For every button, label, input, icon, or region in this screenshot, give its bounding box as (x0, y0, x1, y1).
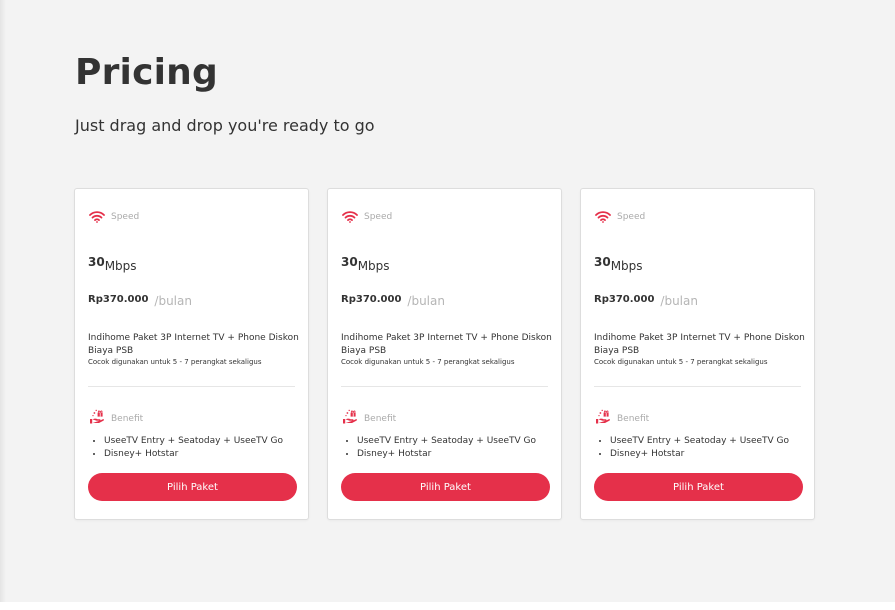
speed-label: Speed (364, 211, 393, 222)
speed-unit: Mbps (104, 259, 137, 273)
benefit-item: Disney+ Hotstar (357, 448, 536, 461)
benefit-item: Disney+ Hotstar (104, 448, 283, 461)
gift-hand-icon (89, 409, 105, 428)
speed-value: 30Mbps (88, 255, 137, 273)
price-row: Rp370.000 /bulan (594, 294, 698, 308)
benefit-label: Benefit (111, 413, 144, 424)
pricing-card: Speed 30Mbps Rp370.000 /bulan Indihome P… (327, 188, 562, 520)
speed-header: Speed (89, 210, 139, 223)
package-note: Cocok digunakan untuk 5 - 7 perangkat se… (594, 358, 768, 366)
speed-header: Speed (595, 210, 645, 223)
price-period: /bulan (407, 294, 445, 308)
price: Rp370.000 (88, 294, 149, 305)
gift-hand-icon (595, 409, 611, 428)
speed-header: Speed (342, 210, 392, 223)
speed-unit: Mbps (357, 259, 390, 273)
page-bottom-edge (0, 602, 895, 610)
wifi-icon (89, 210, 105, 223)
speed-label: Speed (111, 211, 140, 222)
divider (594, 386, 801, 387)
benefit-header: Benefit (89, 409, 143, 428)
benefit-list: UseeTV Entry + Seatoday + UseeTV Go Disn… (343, 435, 536, 461)
package-note: Cocok digunakan untuk 5 - 7 perangkat se… (88, 358, 262, 366)
wifi-icon (595, 210, 611, 223)
benefit-list: UseeTV Entry + Seatoday + UseeTV Go Disn… (90, 435, 283, 461)
package-name: Indihome Paket 3P Internet TV + Phone Di… (88, 333, 299, 356)
speed-value: 30Mbps (594, 255, 643, 273)
speed-number: 30 (341, 255, 358, 269)
benefit-item: UseeTV Entry + Seatoday + UseeTV Go (104, 435, 283, 448)
speed-number: 30 (594, 255, 611, 269)
benefit-header: Benefit (595, 409, 649, 428)
pilih-paket-button[interactable]: Pilih Paket (594, 473, 803, 501)
price-period: /bulan (660, 294, 698, 308)
price: Rp370.000 (341, 294, 402, 305)
speed-unit: Mbps (610, 259, 643, 273)
speed-label: Speed (617, 211, 646, 222)
price-row: Rp370.000 /bulan (88, 294, 192, 308)
pilih-paket-button[interactable]: Pilih Paket (88, 473, 297, 501)
benefit-item: Disney+ Hotstar (610, 448, 789, 461)
benefit-label: Benefit (364, 413, 397, 424)
pilih-paket-button[interactable]: Pilih Paket (341, 473, 550, 501)
divider (88, 386, 295, 387)
speed-number: 30 (88, 255, 105, 269)
pricing-card: Speed 30Mbps Rp370.000 /bulan Indihome P… (580, 188, 815, 520)
price-period: /bulan (154, 294, 192, 308)
pricing-cards: Speed 30Mbps Rp370.000 /bulan Indihome P… (74, 188, 815, 520)
benefit-item: UseeTV Entry + Seatoday + UseeTV Go (357, 435, 536, 448)
price-row: Rp370.000 /bulan (341, 294, 445, 308)
price: Rp370.000 (594, 294, 655, 305)
divider (341, 386, 548, 387)
gift-hand-icon (342, 409, 358, 428)
pricing-card: Speed 30Mbps Rp370.000 /bulan Indihome P… (74, 188, 309, 520)
package-note: Cocok digunakan untuk 5 - 7 perangkat se… (341, 358, 515, 366)
benefit-list: UseeTV Entry + Seatoday + UseeTV Go Disn… (596, 435, 789, 461)
wifi-icon (342, 210, 358, 223)
benefit-item: UseeTV Entry + Seatoday + UseeTV Go (610, 435, 789, 448)
benefit-header: Benefit (342, 409, 396, 428)
page-title: Pricing (75, 52, 218, 93)
benefit-label: Benefit (617, 413, 650, 424)
package-name: Indihome Paket 3P Internet TV + Phone Di… (594, 333, 805, 356)
page-left-shadow (0, 0, 6, 610)
page-subtitle: Just drag and drop you're ready to go (75, 116, 375, 135)
speed-value: 30Mbps (341, 255, 390, 273)
package-name: Indihome Paket 3P Internet TV + Phone Di… (341, 333, 552, 356)
